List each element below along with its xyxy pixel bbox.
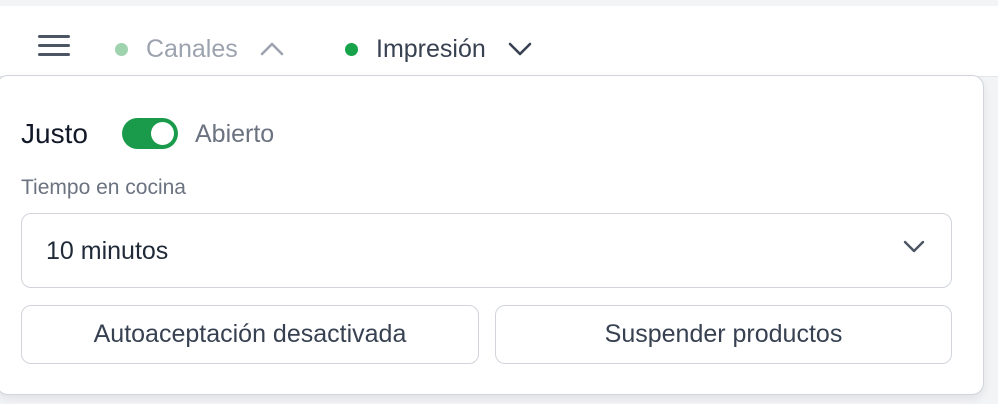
chevron-down-icon[interactable]	[508, 42, 532, 56]
auto-accept-button[interactable]: Autoaceptación desactivada	[21, 305, 479, 364]
status-dot	[345, 42, 358, 56]
suspend-products-button[interactable]: Suspender productos	[495, 305, 952, 364]
channel-selector-canales[interactable]: Canales	[115, 34, 284, 64]
channel-label: Impresión	[376, 35, 486, 63]
chevron-down-icon	[903, 240, 925, 259]
kitchen-time-label: Tiempo en cocina	[21, 176, 186, 199]
kitchen-time-value: 10 minutos	[46, 237, 169, 265]
open-toggle[interactable]	[122, 118, 178, 149]
store-name: Justo	[21, 118, 88, 149]
kitchen-time-select[interactable]: 10 minutos	[21, 213, 952, 288]
status-dot	[115, 42, 128, 56]
channel-label: Canales	[146, 35, 238, 63]
hamburger-menu-icon[interactable]	[38, 35, 70, 59]
toggle-knob	[151, 122, 174, 145]
store-status-label: Abierto	[195, 120, 275, 148]
chevron-up-icon[interactable]	[260, 42, 284, 56]
store-status-panel: Justo Abierto Tiempo en cocina 10 minuto…	[0, 75, 984, 395]
channel-selector-impresion[interactable]: Impresión	[345, 34, 532, 64]
top-bar: Canales Impresión	[0, 6, 998, 77]
